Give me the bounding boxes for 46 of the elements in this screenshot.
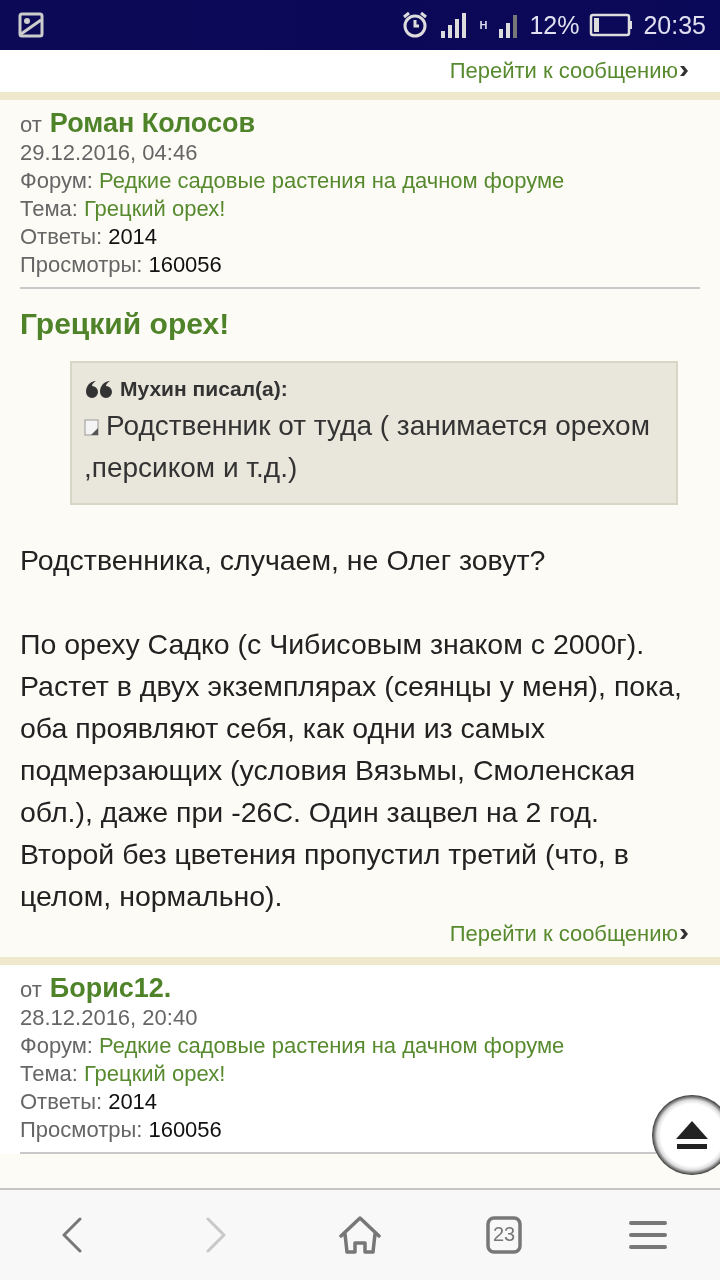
arrow-icon [680,929,688,939]
meta-label: Просмотры: [20,251,143,279]
home-icon [339,1216,381,1254]
goto-message-link[interactable]: Перейти к сообщению [449,921,688,947]
quote-author: Мухин писал(а): [120,377,288,401]
meta-value: 2014 [108,1088,158,1116]
tabs-icon [486,1216,522,1254]
battery-icon [589,13,634,37]
meta-link[interactable]: Редкие садовые растения на дачном форуме [98,1032,565,1060]
meta-value: 160056 [148,1116,222,1144]
arrow-icon [680,66,688,76]
meta-label: Ответы: [20,223,103,251]
post-title: Грецкий орех! [20,307,231,341]
meta-label: Просмотры: [20,1116,143,1144]
meta-link[interactable]: Грецкий орех! [83,1060,226,1088]
post-paragraph: По ореху Садко (с Чибисовым знаком с 2000г). Растет в двух экземплярах (сеянцы у меня), пока, оба проявляют себя, как одни из самых подмерзающих (условия Вязьмы, Смоленская обл.), даже при -26С. Один зацвел на 2 год. Второй без цветения пропустил третий (что, в целом, нормально). [20,627,684,914]
meta-link[interactable]: Грецкий орех! [83,195,226,223]
meta-value: 160056 [148,251,222,279]
author-link[interactable]: Роман Колосов [49,108,256,139]
image-icon [18,12,44,38]
meta-link[interactable]: Редкие садовые растения на дачном форуме [98,167,565,195]
meta-label: Форум: [20,167,93,195]
scroll-top-button[interactable] [652,1095,720,1175]
from-label: от [20,112,42,138]
network-type: H [479,19,488,31]
post-paragraph: Родственника, случаем, не Олег зовут? [20,543,547,578]
meta-label: Тема: [20,1060,78,1088]
meta-label: Форум: [20,1032,93,1060]
eject-icon [674,1119,710,1151]
forward-icon [204,1217,228,1253]
alarm-icon [401,11,430,39]
back-icon [60,1217,84,1253]
meta-value: 2014 [108,223,158,251]
meta-label: Тема: [20,195,78,223]
quote-icon [84,380,112,398]
post-date: 29.12.2016, 04:46 [20,139,199,167]
quote-text: Родственник от туда ( занимается орехом ,персиком и т.д.) [84,409,651,485]
tabs-button[interactable]: 23 [468,1205,540,1265]
meta-label: Ответы: [20,1088,103,1116]
author-link[interactable]: Борис12. [49,973,172,1004]
from-label: от [20,977,42,1003]
battery-percent: 12% [529,10,580,40]
menu-icon [629,1220,667,1250]
post-date: 28.12.2016, 20:40 [20,1004,199,1032]
post-icon [84,418,100,437]
clock: 20:35 [643,10,706,40]
